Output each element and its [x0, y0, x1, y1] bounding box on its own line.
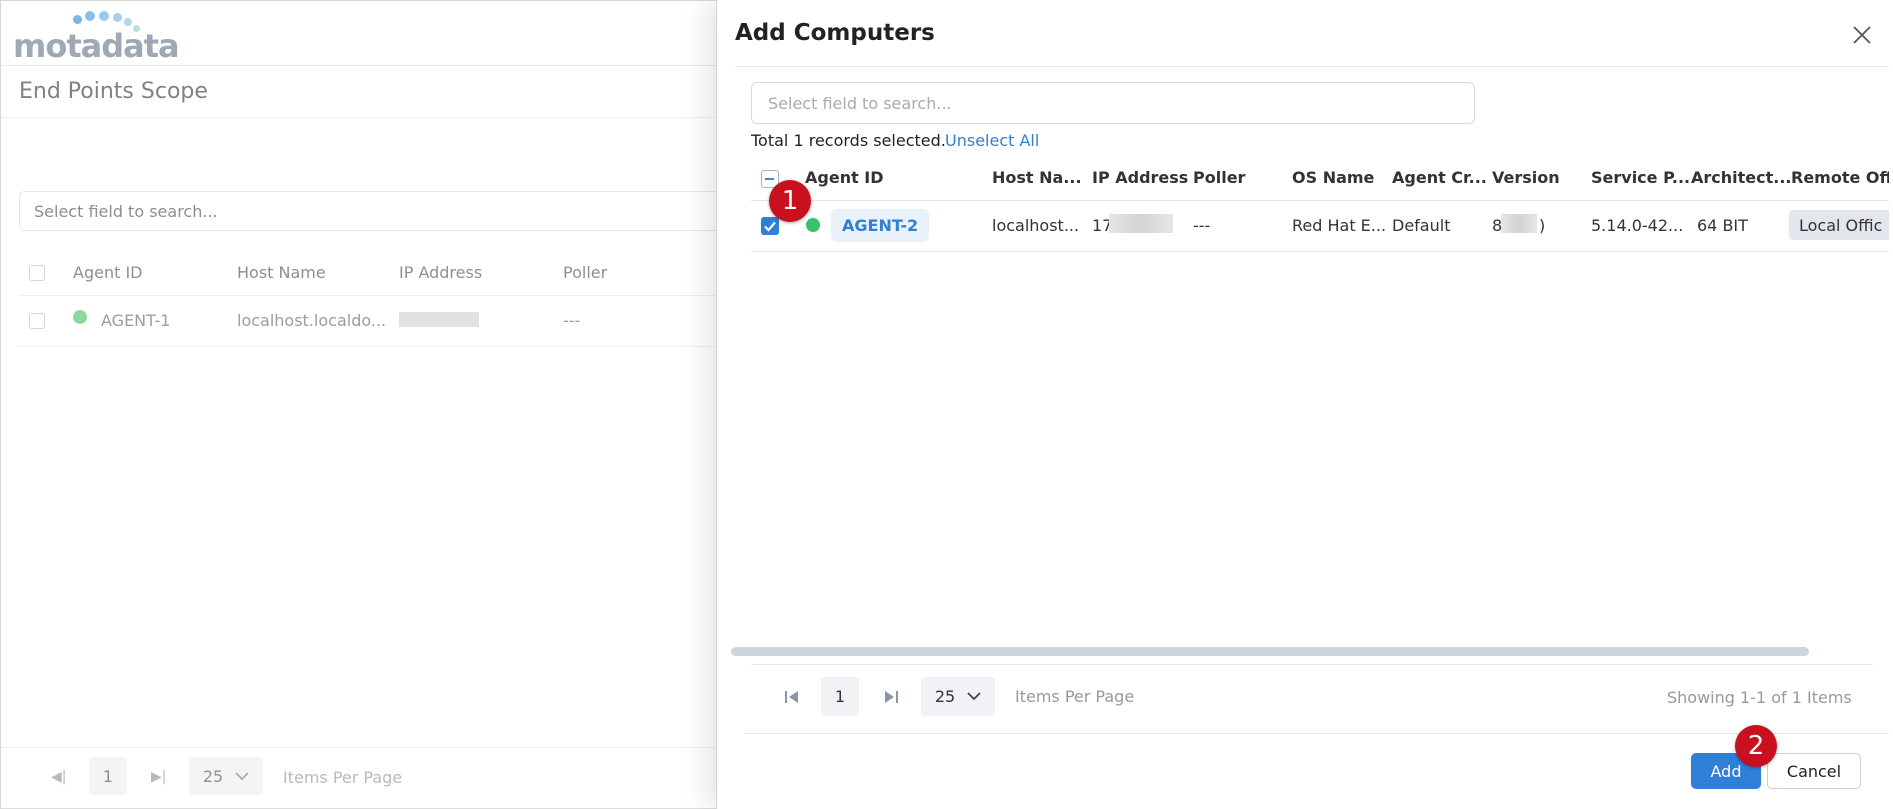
- step-badge-2: 2: [1735, 725, 1777, 767]
- add-computers-drawer: Add Computers Total 1 records selected. …: [716, 0, 1893, 809]
- column-service-pack[interactable]: Service P...: [1591, 168, 1690, 187]
- background-dim-overlay: [1, 1, 721, 809]
- checkmark-icon: [764, 221, 776, 232]
- page-number-button[interactable]: 1: [821, 677, 859, 716]
- per-page-select[interactable]: 25: [921, 677, 995, 716]
- version-redaction-blur: [1501, 214, 1537, 233]
- remote-office-cell: Local Offic: [1789, 205, 1889, 247]
- unselect-all-link[interactable]: Unselect All: [945, 131, 1039, 150]
- items-per-page-label: Items Per Page: [1015, 687, 1135, 706]
- remote-office-chip: Local Offic: [1789, 210, 1889, 240]
- agent-status-dot: [806, 218, 820, 232]
- column-os-name[interactable]: OS Name: [1292, 168, 1374, 187]
- column-architecture[interactable]: Architect...: [1691, 168, 1792, 187]
- row-checkbox-checked[interactable]: [761, 217, 779, 235]
- per-page-value: 25: [934, 687, 956, 706]
- selection-summary: Total 1 records selected.: [751, 131, 946, 150]
- drawer-title-divider: [735, 66, 1889, 67]
- column-agent-id[interactable]: Agent ID: [805, 168, 884, 187]
- column-poller[interactable]: Poller: [1193, 168, 1245, 187]
- row-poller: ---: [1193, 216, 1211, 235]
- ip-redaction-blur: [1109, 214, 1173, 233]
- close-icon[interactable]: [1851, 24, 1873, 46]
- table-row-divider: [751, 251, 1889, 252]
- first-page-icon[interactable]: [783, 687, 801, 707]
- chevron-down-icon: [967, 692, 981, 701]
- last-page-icon[interactable]: [882, 687, 900, 707]
- table-header-divider: [751, 200, 1889, 201]
- cancel-button[interactable]: Cancel: [1767, 753, 1861, 789]
- column-host-name[interactable]: Host Na...: [992, 168, 1082, 187]
- drawer-title: Add Computers: [735, 20, 935, 46]
- row-version-end: ): [1539, 216, 1546, 235]
- step-badge-1: 1: [769, 180, 811, 222]
- column-agent-credential[interactable]: Agent Cr...: [1392, 168, 1487, 187]
- search-input[interactable]: [751, 82, 1475, 124]
- showing-items-label: Showing 1-1 of 1 Items: [1667, 688, 1852, 707]
- row-architecture: 64 BIT: [1697, 216, 1748, 235]
- column-remote-office[interactable]: Remote Offi: [1791, 168, 1889, 187]
- column-ip-address[interactable]: IP Address: [1092, 168, 1188, 187]
- row-host-name: localhost...: [992, 216, 1080, 235]
- row-os-name: Red Hat E...: [1292, 216, 1387, 235]
- row-service-pack: 5.14.0-42...: [1591, 216, 1684, 235]
- footer-divider: [745, 733, 1889, 734]
- column-version[interactable]: Version: [1492, 168, 1560, 187]
- pager-divider: [751, 664, 1873, 665]
- horizontal-scrollbar[interactable]: [731, 647, 1809, 656]
- row-agent-credential: Default: [1392, 216, 1451, 235]
- agent-id-chip[interactable]: AGENT-2: [831, 209, 930, 242]
